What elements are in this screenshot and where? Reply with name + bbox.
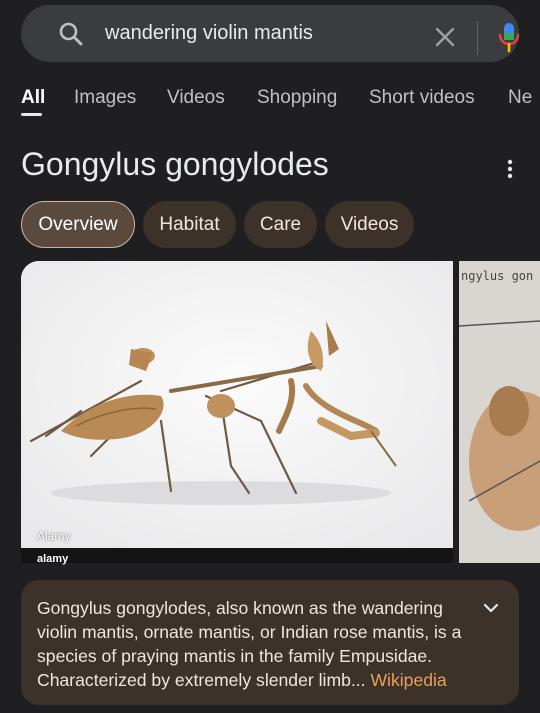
image-watermark: alamy: [37, 553, 69, 565]
tab-short-videos[interactable]: Short videos: [369, 87, 475, 109]
microphone-icon[interactable]: [496, 21, 522, 53]
wikipedia-link[interactable]: Wikipedia: [370, 670, 446, 690]
tab-images[interactable]: Images: [74, 87, 136, 109]
tab-shopping[interactable]: Shopping: [257, 87, 337, 109]
search-input[interactable]: wandering violin mantis: [105, 22, 313, 45]
chip-habitat[interactable]: Habitat: [143, 201, 236, 248]
search-divider: [477, 21, 478, 55]
mantis-side-illustration: [459, 261, 540, 563]
image-credit: Alamy: [37, 529, 71, 543]
close-icon[interactable]: [433, 25, 457, 49]
side-image-caption: ngylus gon: [461, 269, 534, 283]
search-tabs: All Images Videos Shopping Short videos …: [0, 83, 540, 119]
search-bar[interactable]: wandering violin mantis: [21, 5, 522, 62]
image-footer-strip: [21, 548, 453, 563]
mantis-image-side[interactable]: ngylus gon: [459, 261, 540, 563]
tab-all[interactable]: All: [21, 87, 45, 109]
more-options-icon[interactable]: [500, 156, 520, 182]
chip-care[interactable]: Care: [244, 201, 317, 248]
active-tab-indicator: [21, 113, 42, 116]
page-title: Gongylus gongylodes: [21, 146, 329, 182]
search-icon: [59, 22, 83, 46]
mantis-illustration: [21, 261, 453, 563]
chip-overview[interactable]: Overview: [21, 201, 135, 248]
chevron-down-icon[interactable]: [481, 598, 501, 618]
tab-news[interactable]: Ne: [508, 87, 532, 109]
tab-videos[interactable]: Videos: [167, 87, 225, 109]
chip-videos[interactable]: Videos: [325, 201, 414, 248]
description-card[interactable]: Gongylus gongylodes, also known as the w…: [21, 580, 519, 705]
search-results-page: wandering violin mantis All Images Video…: [0, 0, 540, 713]
mantis-image-main[interactable]: [21, 261, 453, 563]
description-text: Gongylus gongylodes, also known as the w…: [37, 596, 473, 692]
